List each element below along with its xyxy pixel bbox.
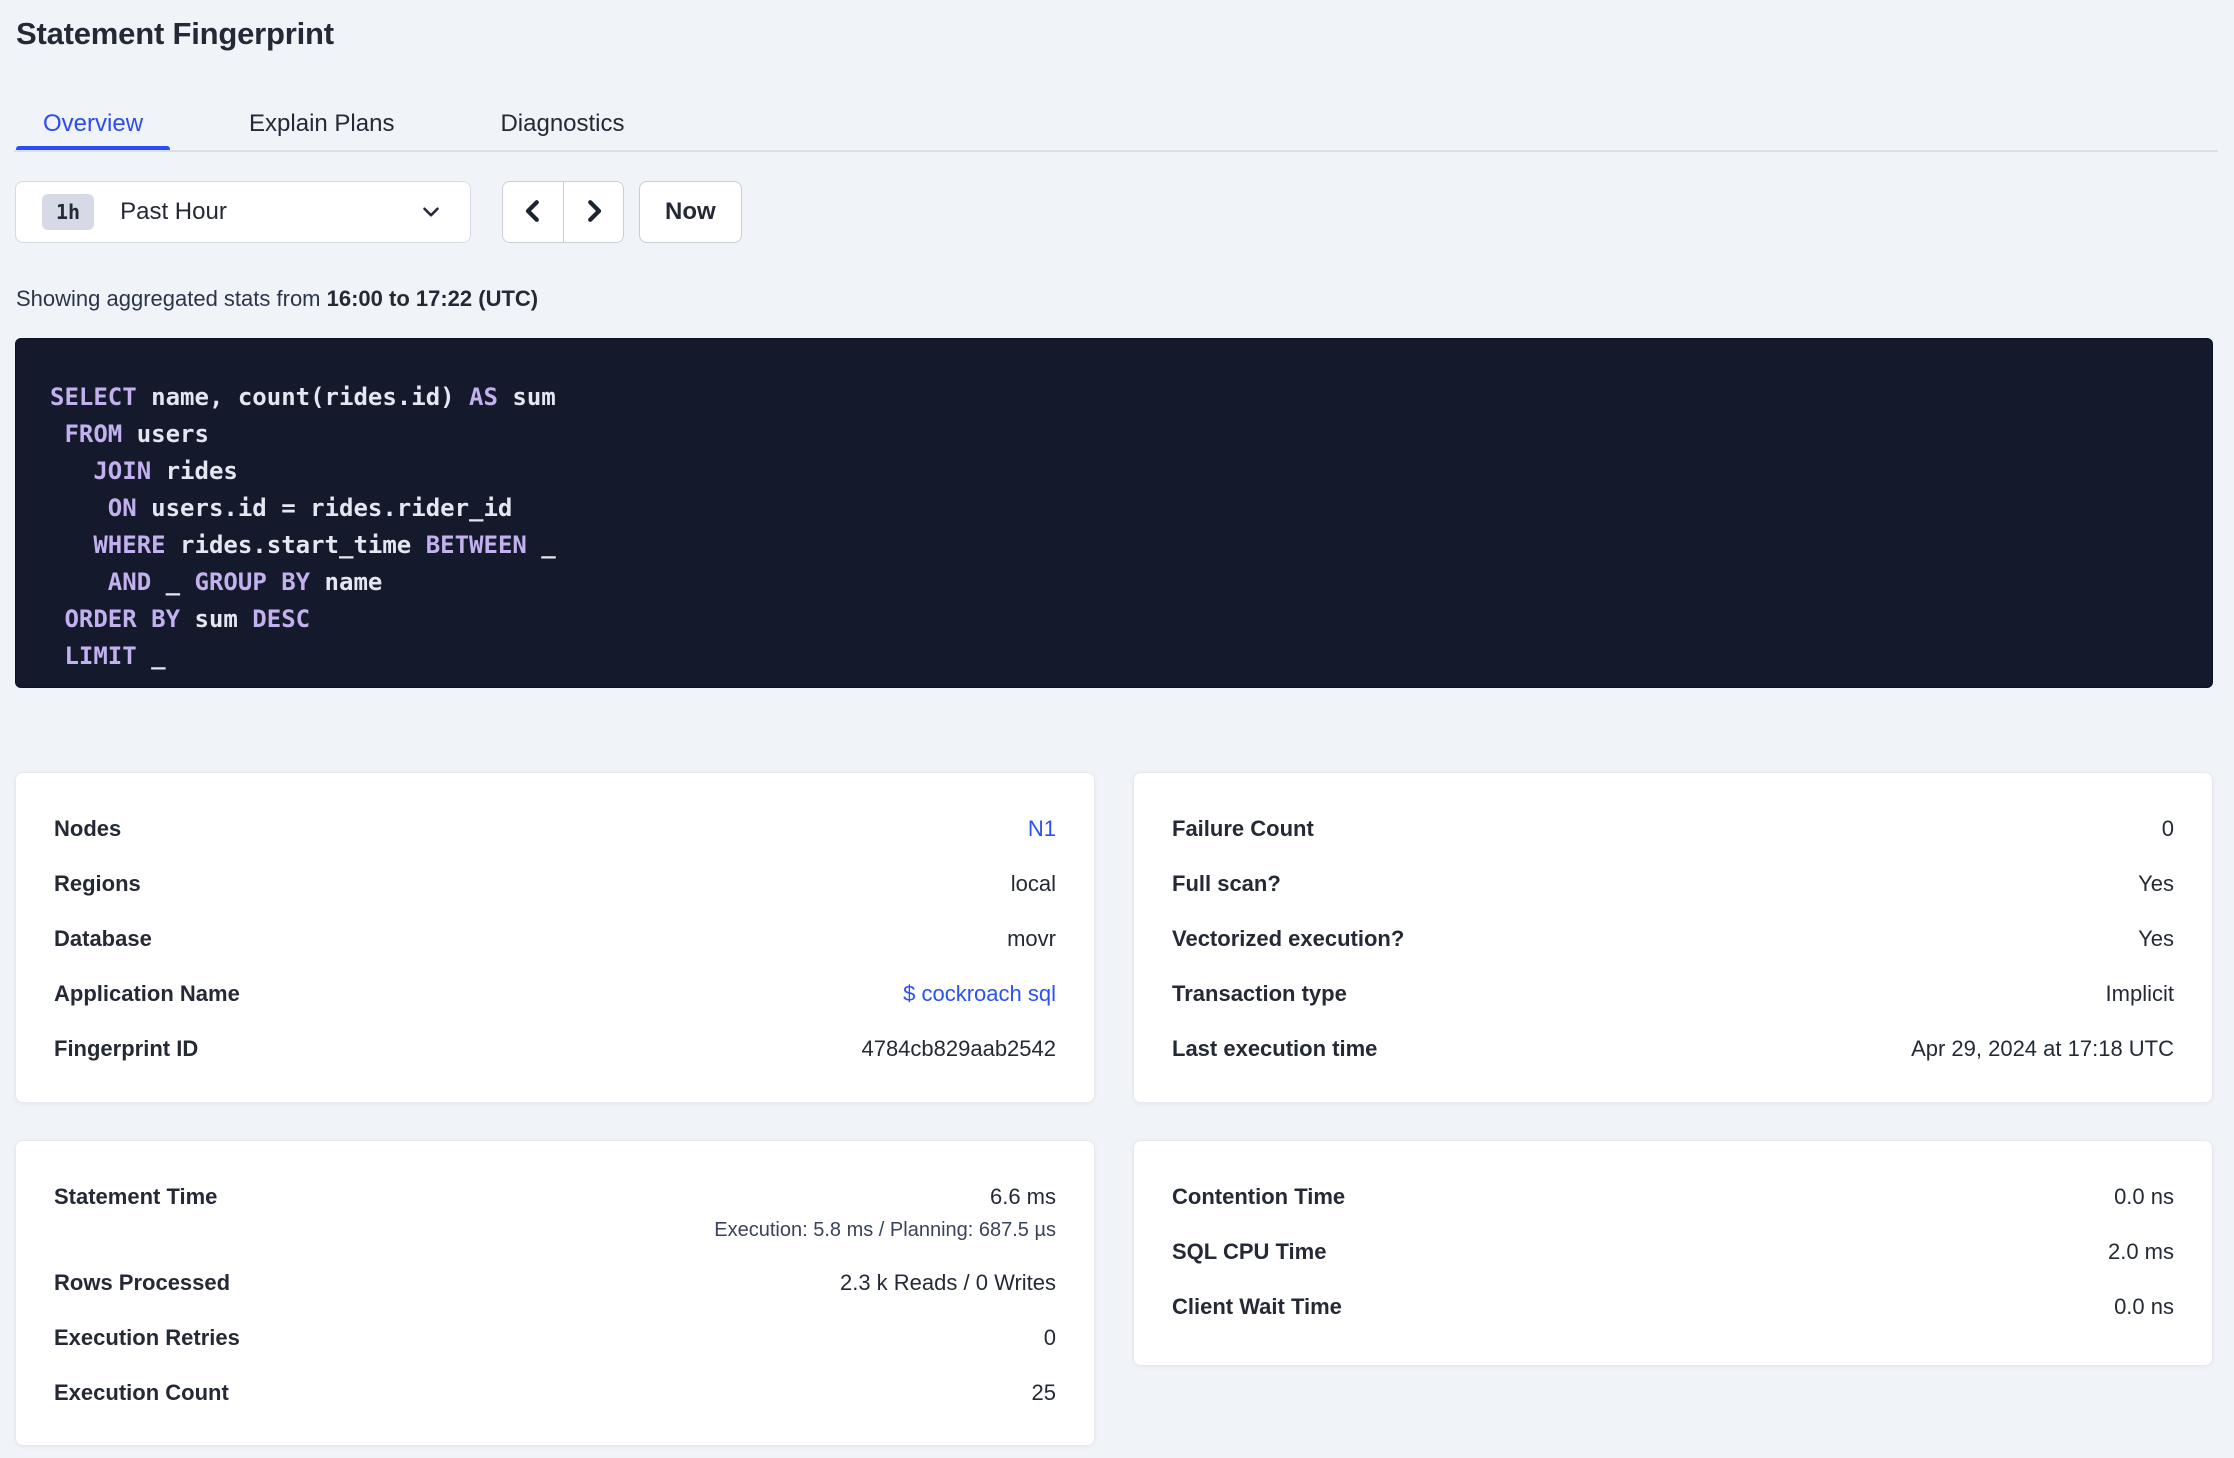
row-label: Fingerprint ID <box>54 1035 199 1061</box>
sql-line: ORDER BY sum DESC <box>64 605 311 633</box>
application-name-link[interactable]: $ cockroach sql <box>903 981 1056 1007</box>
nodes-row: Nodes N1 <box>54 801 1056 856</box>
time-toolbar: 1h Past Hour Now <box>15 181 742 243</box>
tab-separator <box>14 150 2218 152</box>
page-title: Statement Fingerprint <box>16 16 334 51</box>
chevron-left-icon <box>518 196 548 229</box>
last-execution-time-row: Last execution time Apr 29, 2024 at 17:1… <box>1172 1021 2174 1076</box>
row-label: Nodes <box>54 815 122 841</box>
row-value: 4784cb829aab2542 <box>861 1035 1056 1061</box>
failure-count-row: Failure Count 0 <box>1172 801 2174 856</box>
row-value: local <box>1010 870 1056 896</box>
sql-line: LIMIT _ <box>64 642 166 670</box>
database-row: Database movr <box>54 911 1056 966</box>
statement-fingerprint-page: Statement Fingerprint Overview Explain P… <box>0 0 2234 1458</box>
regions-row: Regions local <box>54 856 1056 911</box>
transaction-type-row: Transaction type Implicit <box>1172 966 2174 1021</box>
tab-diagnostics[interactable]: Diagnostics <box>473 100 651 150</box>
execution-retries-row: Execution Retries 0 <box>54 1310 1056 1365</box>
row-label: Regions <box>54 870 141 896</box>
row-value: 0 <box>1043 1324 1056 1350</box>
row-value: Yes <box>2138 870 2174 896</box>
chevron-down-icon <box>418 199 444 225</box>
row-label: Full scan? <box>1172 870 1281 896</box>
statement-time-values: 6.6 ms Execution: 5.8 ms / Planning: 687… <box>714 1169 1056 1244</box>
row-label: Client Wait Time <box>1172 1293 1342 1319</box>
next-time-button[interactable] <box>563 182 623 242</box>
row-label: Transaction type <box>1172 980 1347 1006</box>
sql-line: AND _ GROUP BY name <box>107 568 383 596</box>
aggregated-stats-prefix: Showing aggregated stats from <box>16 286 327 311</box>
sql-statement-box: SELECT name, count(rides.id) AS sum FROM… <box>15 338 2213 688</box>
row-label: SQL CPU Time <box>1172 1238 1327 1264</box>
fingerprint-id-row: Fingerprint ID 4784cb829aab2542 <box>54 1021 1056 1076</box>
client-wait-time-row: Client Wait Time 0.0 ns <box>1172 1279 2174 1334</box>
full-scan-row: Full scan? Yes <box>1172 856 2174 911</box>
row-value: 0.0 ns <box>2114 1183 2174 1209</box>
aggregated-stats-line: Showing aggregated stats from 16:00 to 1… <box>16 286 538 312</box>
time-range-badge: 1h <box>42 194 95 230</box>
row-label: Contention Time <box>1172 1183 1346 1209</box>
row-value: Yes <box>2138 925 2174 951</box>
sql-line: ON users.id = rides.rider_id <box>107 494 513 522</box>
sql-cpu-time-row: SQL CPU Time 2.0 ms <box>1172 1224 2174 1279</box>
row-label: Execution Count <box>54 1379 229 1405</box>
nodes-link[interactable]: N1 <box>1028 816 1056 842</box>
time-arrow-group <box>502 181 624 243</box>
statement-time-breakdown: Execution: 5.8 ms / Planning: 687.5 µs <box>714 1219 1056 1241</box>
row-value: 2.3 k Reads / 0 Writes <box>839 1269 1056 1295</box>
time-range-label: Past Hour <box>120 198 227 225</box>
row-value: Apr 29, 2024 at 17:18 UTC <box>1911 1035 2174 1061</box>
row-label: Execution Retries <box>54 1324 240 1350</box>
row-label: Vectorized execution? <box>1172 925 1405 951</box>
row-value: movr <box>1007 925 1056 951</box>
chevron-right-icon <box>579 196 609 229</box>
sql-line: FROM users <box>64 420 209 448</box>
row-label: Failure Count <box>1172 815 1314 841</box>
sql-line: SELECT name, count(rides.id) AS sum <box>50 383 556 411</box>
now-button[interactable]: Now <box>639 181 742 243</box>
sql-line: JOIN rides <box>93 457 238 485</box>
contention-time-row: Contention Time 0.0 ns <box>1172 1169 2174 1224</box>
overview-details-card: Nodes N1 Regions local Database movr App… <box>15 772 1095 1103</box>
time-stats-card: Contention Time 0.0 ns SQL CPU Time 2.0 … <box>1133 1140 2213 1366</box>
execution-attributes-card: Failure Count 0 Full scan? Yes Vectorize… <box>1133 772 2213 1103</box>
row-value: 2.0 ms <box>2107 1238 2174 1264</box>
statement-time-row: Statement Time 6.6 ms Execution: 5.8 ms … <box>54 1169 1056 1255</box>
application-name-row: Application Name $ cockroach sql <box>54 966 1056 1021</box>
row-value: 6.6 ms <box>989 1184 1056 1209</box>
sql-line: WHERE rides.start_time BETWEEN _ <box>93 531 556 559</box>
row-label: Database <box>54 925 152 951</box>
row-label: Application Name <box>54 980 240 1006</box>
row-label: Rows Processed <box>54 1269 231 1295</box>
prev-time-button[interactable] <box>503 182 563 242</box>
row-value: 0.0 ns <box>2114 1293 2174 1319</box>
statement-stats-card: Statement Time 6.6 ms Execution: 5.8 ms … <box>15 1140 1095 1446</box>
tab-overview[interactable]: Overview <box>16 100 171 152</box>
execution-count-row: Execution Count 25 <box>54 1365 1056 1420</box>
rows-processed-row: Rows Processed 2.3 k Reads / 0 Writes <box>54 1255 1056 1310</box>
row-value: Implicit <box>2105 980 2174 1006</box>
row-value: 25 <box>1031 1379 1056 1405</box>
row-label: Last execution time <box>1172 1035 1378 1061</box>
aggregated-stats-range: 16:00 to 17:22 (UTC) <box>326 286 539 311</box>
row-label: Statement Time <box>54 1184 218 1209</box>
vectorized-execution-row: Vectorized execution? Yes <box>1172 911 2174 966</box>
tab-explain-plans[interactable]: Explain Plans <box>222 100 421 150</box>
row-value: 0 <box>2161 815 2174 841</box>
time-range-dropdown[interactable]: 1h Past Hour <box>15 181 471 243</box>
tab-bar: Overview Explain Plans Diagnostics <box>16 100 652 152</box>
